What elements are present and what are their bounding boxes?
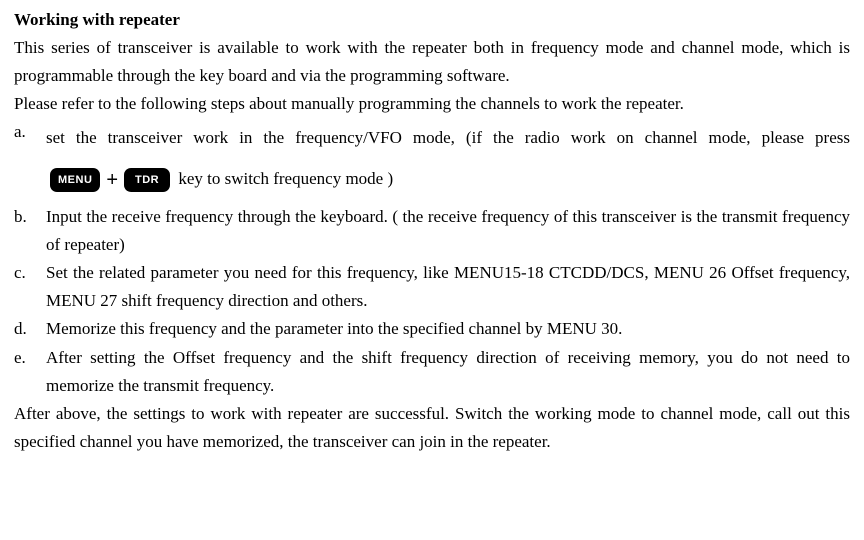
- step-marker: d.: [14, 315, 46, 343]
- step-marker: c.: [14, 259, 46, 315]
- step-b: b. Input the receive frequency through t…: [14, 203, 850, 259]
- key-combo: MENU + TDR: [50, 157, 170, 203]
- step-a: a. set the transceiver work in the frequ…: [14, 118, 850, 203]
- step-a-pre-text: set the transceiver work in the frequenc…: [46, 128, 850, 147]
- step-content: After setting the Offset frequency and t…: [46, 344, 850, 400]
- intro-paragraph-2: Please refer to the following steps abou…: [14, 90, 850, 118]
- step-content: Set the related parameter you need for t…: [46, 259, 850, 315]
- step-marker: b.: [14, 203, 46, 259]
- conclusion-paragraph: After above, the settings to work with r…: [14, 400, 850, 456]
- step-content: Memorize this frequency and the paramete…: [46, 315, 850, 343]
- menu-key-icon: MENU: [50, 168, 100, 192]
- step-d: d. Memorize this frequency and the param…: [14, 315, 850, 343]
- section-heading: Working with repeater: [14, 6, 850, 34]
- intro-paragraph-1: This series of transceiver is available …: [14, 34, 850, 90]
- plus-icon: +: [106, 157, 118, 203]
- step-a-post-text: key to switch frequency mode ): [178, 169, 393, 188]
- step-marker: a.: [14, 118, 46, 203]
- step-c: c. Set the related parameter you need fo…: [14, 259, 850, 315]
- step-content: Input the receive frequency through the …: [46, 203, 850, 259]
- step-content: set the transceiver work in the frequenc…: [46, 118, 850, 203]
- tdr-key-icon: TDR: [124, 168, 170, 192]
- step-e: e. After setting the Offset frequency an…: [14, 344, 850, 400]
- step-marker: e.: [14, 344, 46, 400]
